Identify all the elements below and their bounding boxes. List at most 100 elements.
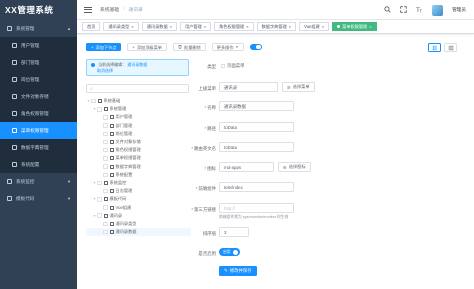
file-icon <box>109 164 114 169</box>
sidebar-item[interactable]: 文件对象存储 <box>0 88 77 105</box>
add-child-button[interactable]: + 添加下节点 <box>86 43 122 51</box>
tree-node-label: 系统管理 <box>109 106 127 112</box>
menu-item-icon <box>12 128 17 133</box>
more-actions-dropdown[interactable]: 更多操作 ▼ <box>211 43 244 51</box>
tree-node[interactable]: ▼ 模板代码 <box>86 195 191 203</box>
sidebar-item-label: 角色权限管理 <box>21 111 49 116</box>
breadcrumb-item[interactable]: 系统基础 <box>100 6 119 13</box>
sidebar-item[interactable]: 系统监控 ▼ <box>0 173 77 190</box>
menu-item-icon <box>12 145 17 150</box>
tree-checkbox[interactable] <box>103 164 108 169</box>
sidebar-item-label: 系统监控 <box>16 179 35 184</box>
tree-node-label: 系统基础 <box>103 98 121 104</box>
cancel-selection-link[interactable]: 取消选择 <box>97 68 113 73</box>
avatar[interactable] <box>432 4 444 16</box>
close-icon[interactable]: × <box>289 23 291 31</box>
close-icon[interactable]: × <box>170 23 172 31</box>
sidebar-item[interactable]: 数据字典管理 <box>0 139 77 156</box>
tag-item[interactable]: 数据字典管理 × <box>256 22 297 31</box>
chevron-down-icon: ▼ <box>235 44 239 49</box>
sidebar-item[interactable]: 岗位管理 <box>0 71 77 88</box>
external-link-input[interactable]: http:// <box>219 203 294 213</box>
tag-label: 数据字典管理 <box>261 23 287 29</box>
tree-checkbox[interactable] <box>103 139 108 145</box>
enabled-switch[interactable]: 启用 <box>219 248 240 256</box>
order-input[interactable]: 3 <box>219 227 249 237</box>
navbar-right: TT 管理员 <box>384 0 466 20</box>
sidebar-item[interactable]: 系统配置 <box>0 156 77 173</box>
add-top-button[interactable]: + 添加顶级菜单 <box>127 43 167 51</box>
tree-checkbox[interactable] <box>103 115 108 120</box>
path-input[interactable]: toData <box>219 122 294 132</box>
tree-view-icon[interactable] <box>428 43 441 52</box>
tag-item[interactable]: 菜单权限管理 × <box>332 22 377 31</box>
sidebar-item-label: 菜单权限管理 <box>21 128 49 133</box>
tree-node-label: 系统监控 <box>109 179 127 185</box>
batch-delete-button[interactable]: 批量删除 <box>173 43 206 51</box>
tag-item[interactable]: 首页 <box>82 22 101 31</box>
username[interactable]: 管理员 <box>452 7 466 13</box>
tree-checkbox[interactable] <box>103 123 108 128</box>
breadcrumb-current: 通讯录 <box>128 8 143 13</box>
fullscreen-icon[interactable] <box>400 5 407 15</box>
file-icon <box>109 205 114 210</box>
sidebar-item[interactable]: 角色权限管理 <box>0 105 77 122</box>
select-icon-button[interactable]: ⚙ 选择图标 <box>278 162 311 172</box>
fold-icon[interactable] <box>444 43 457 52</box>
tree-checkbox[interactable] <box>103 205 108 210</box>
enabled-value: 启用 <box>223 249 231 254</box>
type-radio[interactable]: 页面菜单 <box>221 63 245 69</box>
tree-checkbox[interactable] <box>103 131 108 137</box>
tree-checkbox[interactable] <box>103 156 108 161</box>
select-menu-button[interactable]: ☰ 选择菜单 <box>282 82 315 92</box>
search-icon[interactable] <box>384 5 391 15</box>
icon-input[interactable]: md-apps <box>219 162 274 172</box>
tag-item[interactable]: 角色权限管理 × <box>214 22 254 31</box>
checkbox-icon <box>221 64 225 68</box>
parent-menu-input[interactable]: 通讯录 <box>219 82 278 92</box>
close-icon[interactable]: × <box>246 23 248 31</box>
file-icon <box>109 140 114 145</box>
tree-checkbox[interactable] <box>103 147 108 153</box>
close-icon[interactable]: × <box>131 23 133 31</box>
hamburger-icon[interactable] <box>84 6 92 13</box>
sidebar-item[interactable]: 菜单权限管理 <box>0 122 77 139</box>
tree-node-label: 岗位管理 <box>115 130 133 136</box>
tree-checkbox[interactable] <box>97 107 102 112</box>
tree-node[interactable]: 通讯录类型 <box>86 220 191 228</box>
path-label: *路径 <box>204 126 216 131</box>
sidebar-item[interactable]: 用户管理 <box>0 37 77 54</box>
tree-checkbox[interactable] <box>97 213 102 218</box>
tree-node[interactable]: 菜单权限管理 <box>86 154 191 162</box>
tree-checkbox[interactable] <box>91 98 96 104</box>
tree-checkbox[interactable] <box>97 180 102 186</box>
route-name-input[interactable]: toData <box>219 142 294 152</box>
name-input[interactable]: 通讯录数据 <box>219 101 294 111</box>
tree-checkbox[interactable] <box>103 221 108 227</box>
tree-node[interactable]: 文件对象存储 <box>86 138 191 146</box>
tag-item[interactable]: 用户管理 × <box>179 22 212 31</box>
tag-item[interactable]: Vue组建 × <box>299 22 330 31</box>
sidebar-item[interactable]: 系统管理 ▲ <box>0 20 77 37</box>
save-button[interactable]: ✎ 修改并保存 <box>219 266 257 276</box>
sidebar-item[interactable]: 部门管理 <box>0 54 77 71</box>
sidebar-item-label: 系统管理 <box>16 26 35 31</box>
tree-node[interactable]: ▼ 系统基础 <box>86 97 191 105</box>
tree-node[interactable]: 用户管理 <box>86 113 191 121</box>
sidebar-item[interactable]: 模板代码 ▼ <box>0 190 77 207</box>
tree-checkbox[interactable] <box>97 197 102 202</box>
tree-toggle-switch[interactable] <box>249 44 262 50</box>
tag-item[interactable]: 通讯录数据 × <box>141 22 177 31</box>
font-size-icon[interactable]: TT <box>416 6 423 15</box>
close-icon[interactable]: × <box>369 23 371 31</box>
component-input[interactable]: tele/index <box>219 182 294 192</box>
close-icon[interactable]: × <box>322 23 324 31</box>
tree-node-label: 文件对象存储 <box>115 139 141 145</box>
tree-checkbox[interactable] <box>103 229 108 235</box>
tag-item[interactable]: 通讯录类型 × <box>103 22 139 31</box>
tree-checkbox[interactable] <box>103 188 108 194</box>
close-icon[interactable]: × <box>204 23 206 31</box>
tree-checkbox[interactable] <box>103 172 108 178</box>
menu-item-icon <box>12 162 17 167</box>
app-logo: XX管理系统 <box>5 5 54 15</box>
